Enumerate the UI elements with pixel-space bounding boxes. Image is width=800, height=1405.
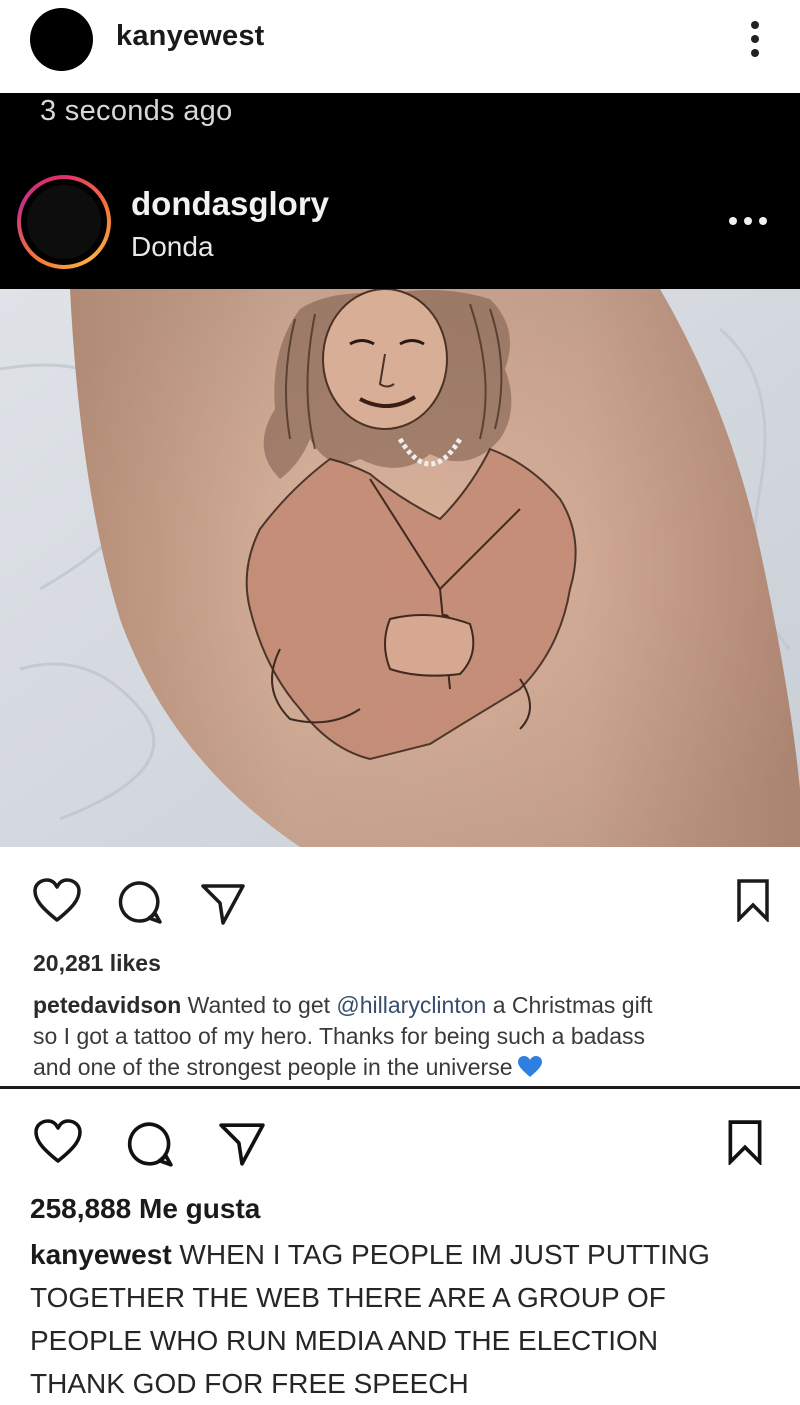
embedded-avatar xyxy=(27,185,101,259)
post-actions-area: 258,888 Me gusta kanyewest WHEN I TAG PE… xyxy=(0,1089,800,1399)
vertical-ellipsis-icon[interactable] xyxy=(745,14,765,64)
bookmark-icon[interactable] xyxy=(727,1119,763,1165)
caption-line: THANK GOD FOR FREE SPEECH xyxy=(30,1368,469,1399)
like-count[interactable]: 258,888 Me gusta xyxy=(30,1193,260,1225)
heart-icon[interactable] xyxy=(33,1119,83,1165)
embedded-username[interactable]: dondasglory xyxy=(131,185,329,223)
story-ring[interactable] xyxy=(17,175,111,269)
comment-icon[interactable] xyxy=(126,1121,174,1169)
embedded-post-header: 3 seconds ago dondasglory Donda xyxy=(0,93,800,289)
caption-text: Wanted to get xyxy=(187,992,331,1018)
caption-text: and one of the strongest people in the u… xyxy=(33,1054,513,1080)
embedded-actions-area: 20,281 likes petedavidson Wanted to get … xyxy=(0,847,800,1087)
caption-username[interactable]: kanyewest xyxy=(30,1239,172,1270)
share-icon[interactable] xyxy=(218,1121,266,1167)
blue-heart-emoji xyxy=(517,1056,542,1077)
post-caption: kanyewest WHEN I TAG PEOPLE IM JUST PUTT… xyxy=(30,1233,790,1405)
share-icon[interactable] xyxy=(200,882,246,926)
caption-mention[interactable]: @hillaryclinton xyxy=(336,992,486,1018)
embedded-location[interactable]: Donda xyxy=(131,231,214,263)
caption-line: TOGETHER THE WEB THERE ARE A GROUP OF xyxy=(30,1282,666,1313)
caption-username[interactable]: petedavidson xyxy=(33,992,181,1018)
heart-icon[interactable] xyxy=(32,878,82,924)
caption-line: PEOPLE WHO RUN MEDIA AND THE ELECTION xyxy=(30,1325,659,1356)
embedded-caption: petedavidson Wanted to get @hillaryclint… xyxy=(33,990,773,1083)
embedded-like-count[interactable]: 20,281 likes xyxy=(33,950,161,977)
horizontal-ellipsis-icon[interactable] xyxy=(726,213,770,229)
post-photo[interactable] xyxy=(0,289,800,847)
bookmark-icon[interactable] xyxy=(736,878,770,922)
post-header: kanyewest xyxy=(0,0,800,93)
tattoo-photo-image xyxy=(0,289,800,847)
caption-line: WHEN I TAG PEOPLE IM JUST PUTTING xyxy=(179,1239,710,1270)
caption-text: so I got a tattoo of my hero. Thanks for… xyxy=(33,1023,645,1049)
avatar[interactable] xyxy=(30,8,93,71)
post-username[interactable]: kanyewest xyxy=(116,20,265,53)
caption-text: a Christmas gift xyxy=(492,992,653,1018)
timestamp: 3 seconds ago xyxy=(40,95,233,127)
comment-icon[interactable] xyxy=(117,880,163,926)
